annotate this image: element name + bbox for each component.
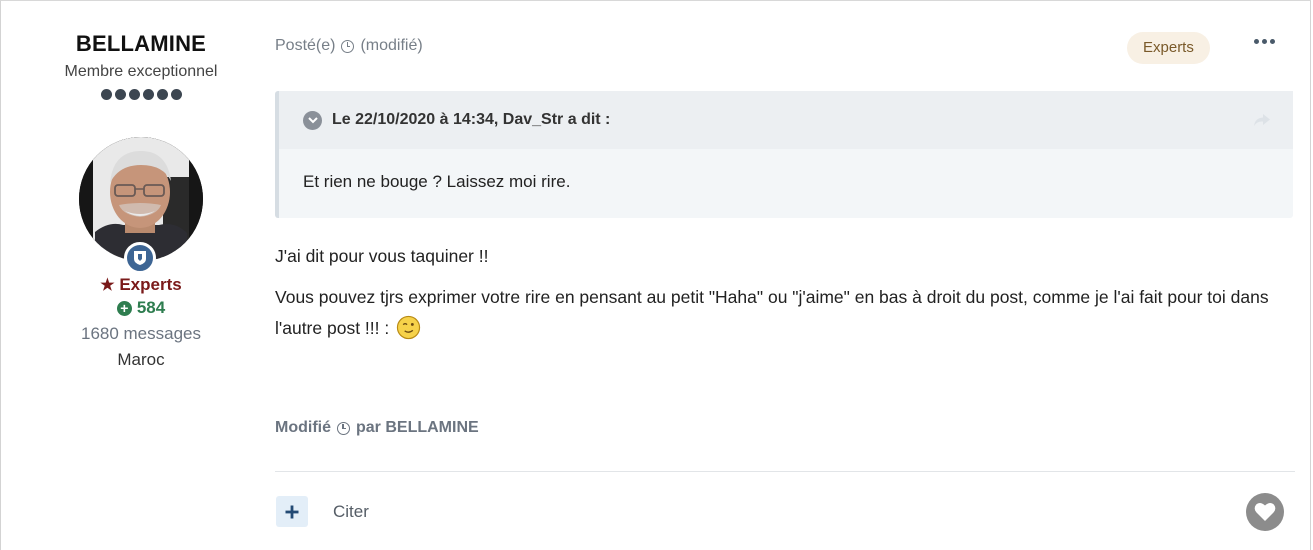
author-location: Maroc xyxy=(117,350,165,369)
share-arrow-icon[interactable] xyxy=(1253,113,1271,132)
post-content: J'ai dit pour vous taquiner !! Vous pouv… xyxy=(275,241,1275,354)
star-icon: ★ xyxy=(100,277,115,294)
plus-icon xyxy=(285,505,299,518)
author-group: ★ Experts xyxy=(31,275,251,295)
post-meta: Posté(e) (modifié) xyxy=(275,37,423,55)
heart-icon[interactable] xyxy=(1246,493,1284,531)
rank-dot xyxy=(100,89,112,100)
multiquote-button[interactable] xyxy=(276,496,308,527)
clock-icon xyxy=(341,39,355,53)
quote-header: Le 22/10/2020 à 14:34, Dav_Str a dit : xyxy=(279,91,1293,149)
post-paragraph-with-emoji: Vous pouvez tjrs exprimer votre rire en … xyxy=(275,282,1275,344)
author-title: Membre exceptionnel xyxy=(64,63,218,80)
rank-dot xyxy=(156,89,168,100)
rank-dots xyxy=(31,89,251,103)
rank-dot xyxy=(114,89,126,100)
rank-dot xyxy=(170,89,182,100)
rank-badge-icon xyxy=(124,242,156,274)
post-paragraph: Vous pouvez tjrs exprimer votre rire en … xyxy=(275,287,1269,338)
rank-dot xyxy=(142,89,154,100)
quote-text: Et rien ne bouge ? Laissez moi rire. xyxy=(303,172,571,191)
reputation: + 584 xyxy=(31,298,251,318)
modified-label[interactable]: (modifié) xyxy=(360,37,422,55)
post-count: 1680 messages xyxy=(80,324,202,343)
wink-emoji xyxy=(396,315,421,340)
quote-citation[interactable]: Le 22/10/2020 à 14:34, Dav_Str a dit : xyxy=(332,111,610,129)
quote-button[interactable]: Citer xyxy=(333,502,369,522)
group-badge: Experts xyxy=(1127,32,1210,64)
edited-info: Modifié par BELLAMINE xyxy=(275,419,479,437)
rank-dot xyxy=(128,89,140,100)
post-container: BELLAMINE Membre exceptionnel ★ Experts … xyxy=(0,0,1311,550)
reputation-value: 584 xyxy=(136,298,166,317)
author-panel: BELLAMINE Membre exceptionnel ★ Experts … xyxy=(31,31,251,370)
quote-block: Le 22/10/2020 à 14:34, Dav_Str a dit : E… xyxy=(275,91,1293,218)
divider xyxy=(275,471,1295,472)
clock-icon xyxy=(337,421,350,435)
chevron-down-icon[interactable] xyxy=(303,110,322,130)
avatar-wrap xyxy=(79,137,203,274)
post-paragraph: J'ai dit pour vous taquiner !! xyxy=(275,246,489,266)
edited-by: par BELLAMINE xyxy=(356,419,479,436)
author-name[interactable]: BELLAMINE xyxy=(31,31,251,57)
posted-label: Posté(e) xyxy=(275,37,336,54)
plus-circle-icon: + xyxy=(116,300,132,316)
ellipsis-icon[interactable] xyxy=(1254,39,1275,44)
edited-label: Modifié xyxy=(275,419,331,436)
author-group-label: Experts xyxy=(119,275,182,294)
